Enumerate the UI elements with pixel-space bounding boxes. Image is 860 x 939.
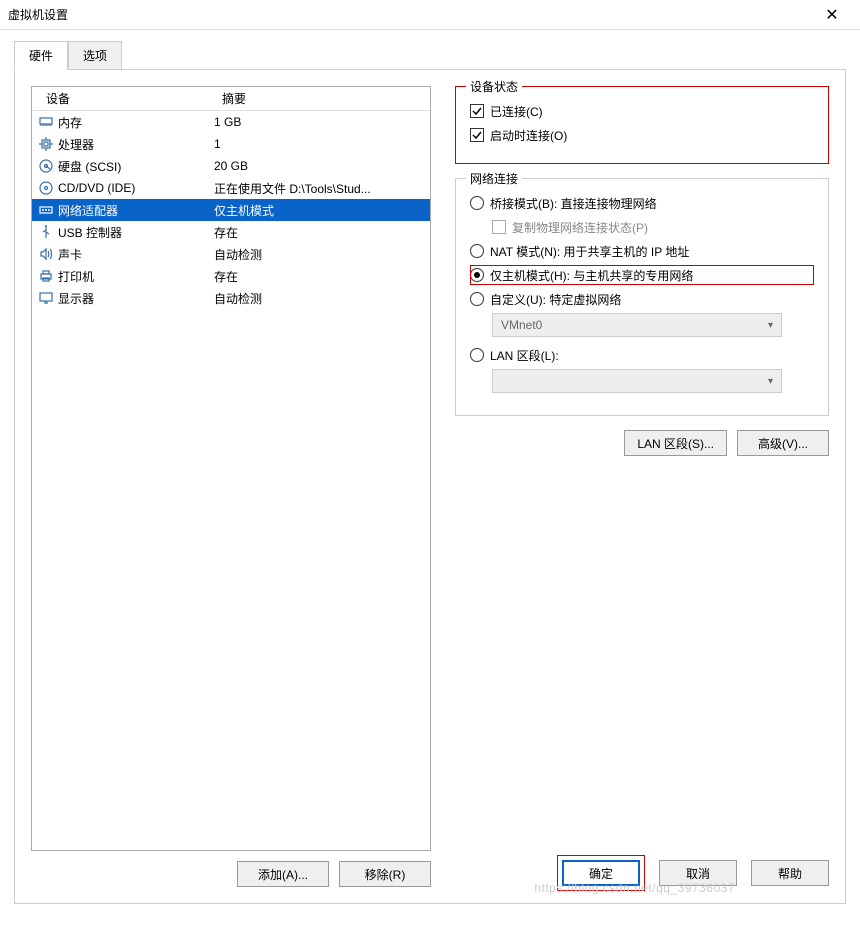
custom-network-value: VMnet0	[501, 318, 542, 332]
group-title-network: 网络连接	[466, 170, 522, 187]
tab-panel-hardware: 设备 摘要 内存 1 GB 处理器 1 硬盘 (SCSI) 20 GB CD/DVD (ID…	[14, 69, 846, 904]
cpu-icon	[38, 136, 54, 152]
radio-nat-label: NAT 模式(N): 用于共享主机的 IP 地址	[490, 243, 689, 260]
close-icon: ✕	[825, 7, 838, 24]
chevron-down-icon: ▾	[768, 376, 773, 387]
custom-network-combo: VMnet0 ▾	[492, 313, 782, 337]
device-summary: 自动检测	[208, 290, 430, 307]
usb-icon	[38, 224, 54, 240]
device-name: 网络适配器	[58, 202, 118, 219]
device-summary: 20 GB	[208, 159, 430, 173]
cd-icon	[38, 180, 54, 196]
device-name: USB 控制器	[58, 224, 122, 241]
help-button[interactable]: 帮助	[751, 860, 829, 886]
footer-buttons: 确定 取消 帮助	[557, 855, 829, 891]
left-column: 设备 摘要 内存 1 GB 处理器 1 硬盘 (SCSI) 20 GB CD/DVD (ID…	[31, 86, 431, 887]
device-list: 设备 摘要 内存 1 GB 处理器 1 硬盘 (SCSI) 20 GB CD/DVD (ID…	[31, 86, 431, 851]
dialog-body: 硬件 选项 设备 摘要 内存 1 GB 处理器 1 硬盘 (SCSI) 20 GB CD/D…	[0, 30, 860, 918]
group-network-connection: 网络连接 桥接模式(B): 直接连接物理网络 复制物理网络连接状态(P) NAT…	[455, 178, 829, 416]
device-name: 内存	[58, 114, 82, 131]
radio-bridged-row[interactable]: 桥接模式(B): 直接连接物理网络	[470, 193, 814, 213]
checkbox-connected-label: 已连接(C)	[490, 103, 543, 120]
device-summary: 仅主机模式	[208, 202, 430, 219]
checkbox-replicate-label: 复制物理网络连接状态(P)	[512, 219, 648, 236]
radio-lansegment-row[interactable]: LAN 区段(L):	[470, 345, 814, 365]
header-device[interactable]: 设备	[32, 87, 208, 110]
checkbox-connect-poweron-label: 启动时连接(O)	[490, 127, 567, 144]
device-summary: 存在	[208, 268, 430, 285]
ok-button[interactable]: 确定	[562, 860, 640, 886]
remove-button[interactable]: 移除(R)	[339, 861, 431, 887]
radio-icon	[470, 348, 484, 362]
right-column: 设备状态 已连接(C) 启动时连接(O)	[455, 86, 829, 887]
radio-hostonly-row[interactable]: 仅主机模式(H): 与主机共享的专用网络	[470, 265, 814, 285]
radio-icon	[470, 196, 484, 210]
cancel-button[interactable]: 取消	[659, 860, 737, 886]
printer-icon	[38, 268, 54, 284]
device-row-printer[interactable]: 打印机 存在	[32, 265, 430, 287]
checkbox-replicate-row: 复制物理网络连接状态(P)	[492, 217, 814, 237]
chevron-down-icon: ▾	[768, 320, 773, 331]
net-icon	[38, 202, 54, 218]
lan-segment-combo: ▾	[492, 369, 782, 393]
lan-segments-button[interactable]: LAN 区段(S)...	[624, 430, 727, 456]
device-summary: 1	[208, 137, 430, 151]
radio-custom-label: 自定义(U): 特定虚拟网络	[490, 291, 621, 308]
device-row-usb[interactable]: USB 控制器 存在	[32, 221, 430, 243]
device-summary: 存在	[208, 224, 430, 241]
header-summary[interactable]: 摘要	[208, 87, 430, 110]
device-name: 声卡	[58, 246, 82, 263]
checkbox-icon	[470, 128, 484, 142]
left-buttons: 添加(A)... 移除(R)	[31, 861, 431, 887]
radio-lansegment-label: LAN 区段(L):	[490, 347, 559, 364]
device-name: CD/DVD (IDE)	[58, 181, 135, 195]
device-summary: 1 GB	[208, 115, 430, 129]
device-row-cpu[interactable]: 处理器 1	[32, 133, 430, 155]
device-name: 显示器	[58, 290, 94, 307]
radio-bridged-label: 桥接模式(B): 直接连接物理网络	[490, 195, 657, 212]
close-button[interactable]: ✕	[812, 5, 852, 25]
device-row-sound[interactable]: 声卡 自动检测	[32, 243, 430, 265]
checkbox-icon	[492, 220, 506, 234]
device-row-net[interactable]: 网络适配器 仅主机模式	[32, 199, 430, 221]
sound-icon	[38, 246, 54, 262]
checkbox-icon	[470, 104, 484, 118]
tab-options[interactable]: 选项	[68, 41, 122, 70]
checkbox-connected-row[interactable]: 已连接(C)	[470, 101, 814, 121]
radio-custom-row[interactable]: 自定义(U): 特定虚拟网络	[470, 289, 814, 309]
radio-nat-row[interactable]: NAT 模式(N): 用于共享主机的 IP 地址	[470, 241, 814, 261]
device-name: 处理器	[58, 136, 94, 153]
ok-highlight: 确定	[557, 855, 645, 891]
group-title-device-state: 设备状态	[466, 78, 522, 95]
radio-icon	[470, 292, 484, 306]
radio-icon	[470, 244, 484, 258]
device-list-headers: 设备 摘要	[32, 87, 430, 111]
hdd-icon	[38, 158, 54, 174]
radio-icon	[470, 268, 484, 282]
display-icon	[38, 290, 54, 306]
device-name: 硬盘 (SCSI)	[58, 158, 121, 175]
device-summary: 正在使用文件 D:\Tools\Stud...	[208, 180, 430, 197]
device-row-display[interactable]: 显示器 自动检测	[32, 287, 430, 309]
device-name: 打印机	[58, 268, 94, 285]
titlebar: 虚拟机设置 ✕	[0, 0, 860, 30]
tab-bar: 硬件 选项	[14, 40, 846, 70]
right-buttons: LAN 区段(S)... 高级(V)...	[455, 430, 829, 456]
device-row-memory[interactable]: 内存 1 GB	[32, 111, 430, 133]
device-summary: 自动检测	[208, 246, 430, 263]
tab-hardware[interactable]: 硬件	[14, 41, 68, 70]
device-row-hdd[interactable]: 硬盘 (SCSI) 20 GB	[32, 155, 430, 177]
device-row-cd[interactable]: CD/DVD (IDE) 正在使用文件 D:\Tools\Stud...	[32, 177, 430, 199]
group-device-state: 设备状态 已连接(C) 启动时连接(O)	[455, 86, 829, 164]
window-title: 虚拟机设置	[8, 6, 812, 23]
advanced-button[interactable]: 高级(V)...	[737, 430, 829, 456]
add-button[interactable]: 添加(A)...	[237, 861, 329, 887]
memory-icon	[38, 114, 54, 130]
radio-hostonly-label: 仅主机模式(H): 与主机共享的专用网络	[490, 267, 693, 284]
checkbox-connect-poweron-row[interactable]: 启动时连接(O)	[470, 125, 814, 145]
